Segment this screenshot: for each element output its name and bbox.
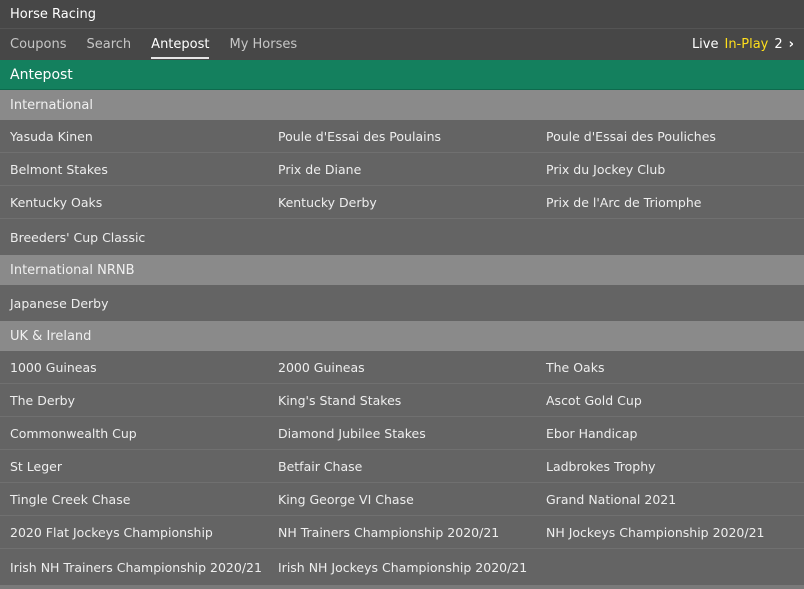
event-row: Belmont Stakes Prix de Diane Prix du Jocke…	[0, 153, 804, 186]
group-title: International	[10, 97, 93, 113]
event-link-prix-du-jockey-club[interactable]: Prix du Jockey Club	[536, 153, 804, 185]
chevron-right-icon: ›	[788, 37, 794, 52]
tab-coupons[interactable]: Coupons	[10, 29, 67, 60]
empty-cell	[536, 549, 804, 585]
event-link-grand-national-2021[interactable]: Grand National 2021	[536, 483, 804, 515]
event-link-kentucky-oaks[interactable]: Kentucky Oaks	[0, 186, 268, 218]
event-link-1000-guineas[interactable]: 1000 Guineas	[0, 351, 268, 383]
event-link-betfair-chase[interactable]: Betfair Chase	[268, 450, 536, 482]
event-link-kentucky-derby[interactable]: Kentucky Derby	[268, 186, 536, 218]
empty-cell	[536, 285, 804, 321]
group-header-international: International	[0, 90, 804, 120]
event-link-king-s-stand-stakes[interactable]: King's Stand Stakes	[268, 384, 536, 416]
tab-list: Coupons Search Antepost My Horses	[10, 29, 317, 60]
group-header-uk-ireland: UK & Ireland	[0, 321, 804, 351]
event-row: St Leger Betfair Chase Ladbrokes Trophy	[0, 450, 804, 483]
event-link-irish-nh-jockeys-championship-2020-21[interactable]: Irish NH Jockeys Championship 2020/21	[268, 549, 536, 585]
section-header-antepost: Antepost	[0, 60, 804, 90]
empty-cell	[268, 285, 536, 321]
event-link-nh-jockeys-championship-2020-21[interactable]: NH Jockeys Championship 2020/21	[536, 516, 804, 548]
tab-my-horses[interactable]: My Horses	[229, 29, 297, 60]
event-link-king-george-vi-chase[interactable]: King George VI Chase	[268, 483, 536, 515]
event-link-the-derby[interactable]: The Derby	[0, 384, 268, 416]
event-link-yasuda-kinen[interactable]: Yasuda Kinen	[0, 120, 268, 152]
tab-search[interactable]: Search	[87, 29, 132, 60]
event-link-poule-d-essai-des-pouliches[interactable]: Poule d'Essai des Pouliches	[536, 120, 804, 152]
event-row: The Derby King's Stand Stakes Ascot Gold C…	[0, 384, 804, 417]
event-link-commonwealth-cup[interactable]: Commonwealth Cup	[0, 417, 268, 449]
event-link-tingle-creek-chase[interactable]: Tingle Creek Chase	[0, 483, 268, 515]
empty-cell	[536, 219, 804, 255]
event-row: 2020 Flat Jockeys Championship NH Trainer…	[0, 516, 804, 549]
event-link-japanese-derby[interactable]: Japanese Derby	[0, 285, 268, 321]
event-link-irish-nh-trainers-championship-2020-21[interactable]: Irish NH Trainers Championship 2020/21	[0, 549, 268, 585]
section-title: Antepost	[10, 66, 73, 83]
event-link-the-oaks[interactable]: The Oaks	[536, 351, 804, 383]
inplay-label: In-Play	[724, 37, 769, 52]
event-link-prix-de-l-arc-de-triomphe[interactable]: Prix de l'Arc de Triomphe	[536, 186, 804, 218]
group-header-international-nrnb: International NRNB	[0, 255, 804, 285]
group-title: International NRNB	[10, 262, 135, 278]
event-row: Japanese Derby	[0, 285, 804, 321]
inplay-count: 2	[774, 37, 783, 52]
event-link-belmont-stakes[interactable]: Belmont Stakes	[0, 153, 268, 185]
event-link-ebor-handicap[interactable]: Ebor Handicap	[536, 417, 804, 449]
footer-divider	[0, 585, 804, 589]
event-row: Tingle Creek Chase King George VI Chase Gr…	[0, 483, 804, 516]
event-link-nh-trainers-championship-2020-21[interactable]: NH Trainers Championship 2020/21	[268, 516, 536, 548]
event-link-diamond-jubilee-stakes[interactable]: Diamond Jubilee Stakes	[268, 417, 536, 449]
event-link-2020-flat-jockeys-championship[interactable]: 2020 Flat Jockeys Championship	[0, 516, 268, 548]
live-label: Live	[691, 37, 719, 52]
event-row: Yasuda Kinen Poule d'Essai des Poulains Po…	[0, 120, 804, 153]
event-link-prix-de-diane[interactable]: Prix de Diane	[268, 153, 536, 185]
live-inplay-link[interactable]: Live In-Play 2 ›	[692, 29, 794, 60]
event-groups: International Yasuda Kinen Poule d'Essai d…	[0, 90, 804, 585]
event-row: Irish NH Trainers Championship 2020/21 Ir…	[0, 549, 804, 585]
event-link-breeders-cup-classic[interactable]: Breeders' Cup Classic	[0, 219, 268, 255]
event-link-st-leger[interactable]: St Leger	[0, 450, 268, 482]
empty-cell	[268, 219, 536, 255]
nav-bar: Coupons Search Antepost My Horses Live I…	[0, 29, 804, 60]
page-title-bar: Horse Racing	[0, 0, 804, 29]
event-row: Breeders' Cup Classic	[0, 219, 804, 255]
event-row: 1000 Guineas 2000 Guineas The Oaks	[0, 351, 804, 384]
event-link-ascot-gold-cup[interactable]: Ascot Gold Cup	[536, 384, 804, 416]
event-link-2000-guineas[interactable]: 2000 Guineas	[268, 351, 536, 383]
event-link-ladbrokes-trophy[interactable]: Ladbrokes Trophy	[536, 450, 804, 482]
event-link-poule-d-essai-des-poulains[interactable]: Poule d'Essai des Poulains	[268, 120, 536, 152]
event-row: Commonwealth Cup Diamond Jubilee Stakes Eb…	[0, 417, 804, 450]
event-row: Kentucky Oaks Kentucky Derby Prix de l'Arc…	[0, 186, 804, 219]
group-title: UK & Ireland	[10, 328, 92, 344]
page-title: Horse Racing	[10, 6, 96, 22]
tab-antepost[interactable]: Antepost	[151, 29, 210, 60]
